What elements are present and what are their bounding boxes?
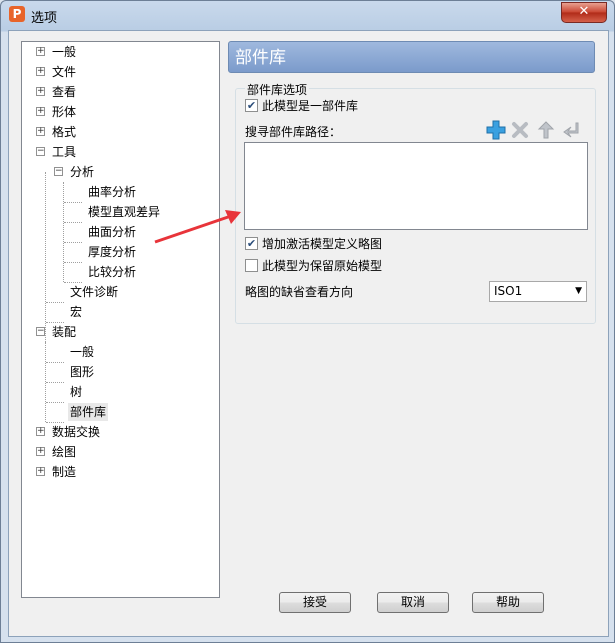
tree-item-label: 一般 xyxy=(52,45,77,59)
expand-icon[interactable]: + xyxy=(36,447,45,456)
move-down-icon[interactable] xyxy=(562,120,582,140)
tree-item-label: 部件库 xyxy=(68,403,109,421)
collapse-icon[interactable]: − xyxy=(36,327,45,336)
group-title: 部件库选项 xyxy=(245,81,310,98)
options-dialog: P 选项 ✕ + 一般 + 文件 + 查看 + 形体 + 格式 − 工具 − 分… xyxy=(0,0,615,643)
tree-item-label: 分析 xyxy=(70,165,95,179)
tree-connector xyxy=(45,172,46,342)
collapse-icon[interactable]: − xyxy=(54,167,63,176)
view-direction-select[interactable]: ISO1 ▼ xyxy=(489,281,587,302)
tree-item-label: 曲率分析 xyxy=(88,185,137,199)
app-logo-icon: P xyxy=(9,6,25,22)
tree-connector xyxy=(64,262,82,263)
preserve-original-label: 此模型为保留原始模型 xyxy=(262,259,383,273)
tree-connector xyxy=(64,202,82,203)
tree-item-label: 模型直观差异 xyxy=(88,205,161,219)
expand-icon[interactable]: + xyxy=(36,467,45,476)
tree-item-label: 工具 xyxy=(52,145,77,159)
view-direction-label: 略图的缺省查看方向 xyxy=(245,285,354,299)
search-path-label: 搜寻部件库路径： xyxy=(245,125,342,139)
expand-icon[interactable]: + xyxy=(36,427,45,436)
add-activate-label: 增加激活模型定义略图 xyxy=(262,237,383,251)
tree-item-label: 查看 xyxy=(52,85,77,99)
collapse-icon[interactable]: − xyxy=(36,147,45,156)
cancel-button[interactable]: 取消 xyxy=(377,592,449,613)
tree-item-label: 制造 xyxy=(52,465,77,479)
tree-item-label: 宏 xyxy=(70,305,83,319)
tree-item-label: 格式 xyxy=(52,125,77,139)
chevron-down-icon: ▼ xyxy=(575,286,582,296)
tree-connector xyxy=(63,182,64,282)
tree-item-label: 曲面分析 xyxy=(88,225,137,239)
tree-item-label: 比较分析 xyxy=(88,265,137,279)
tree-connector xyxy=(64,222,82,223)
title-bar: P 选项 ✕ xyxy=(1,1,614,29)
tree-connector xyxy=(46,402,64,403)
tree-connector xyxy=(46,362,64,363)
expand-icon[interactable]: + xyxy=(36,47,45,56)
tree-connector xyxy=(46,382,64,383)
expand-icon[interactable]: + xyxy=(36,67,45,76)
close-button[interactable]: ✕ xyxy=(561,2,607,23)
expand-icon[interactable]: + xyxy=(36,87,45,96)
tree-connector xyxy=(46,302,64,303)
is-library-label: 此模型是一部件库 xyxy=(262,99,359,113)
tree-connector xyxy=(64,242,82,243)
expand-icon[interactable]: + xyxy=(36,107,45,116)
tree-item-label: 绘图 xyxy=(52,445,77,459)
preserve-original-checkbox[interactable] xyxy=(245,259,258,272)
view-direction-value: ISO1 xyxy=(494,284,523,298)
tree-item-label: 数据交换 xyxy=(52,425,101,439)
tree-item-label: 形体 xyxy=(52,105,77,119)
move-up-icon[interactable] xyxy=(536,120,556,140)
expand-icon[interactable]: + xyxy=(36,127,45,136)
add-icon[interactable] xyxy=(486,120,506,140)
search-path-list[interactable] xyxy=(244,142,588,230)
help-button[interactable]: 帮助 xyxy=(472,592,544,613)
delete-icon[interactable] xyxy=(510,120,530,140)
panel-title: 部件库 xyxy=(228,41,595,73)
window-title: 选项 xyxy=(31,11,58,26)
tree-item-label: 装配 xyxy=(52,325,77,339)
dialog-body: + 一般 + 文件 + 查看 + 形体 + 格式 − 工具 − 分析 曲率分析 … xyxy=(8,30,609,637)
category-tree[interactable]: + 一般 + 文件 + 查看 + 形体 + 格式 − 工具 − 分析 曲率分析 … xyxy=(21,41,220,598)
tree-item-label: 一般 xyxy=(70,345,95,359)
annotation-arrow-icon xyxy=(154,210,241,244)
add-activate-checkbox[interactable]: ✔ xyxy=(245,237,258,250)
tree-item-label: 厚度分析 xyxy=(88,245,137,259)
tree-item-label: 文件诊断 xyxy=(70,285,119,299)
accept-button[interactable]: 接受 xyxy=(279,592,351,613)
tree-item-label: 树 xyxy=(70,385,83,399)
tree-item-label: 图形 xyxy=(70,365,95,379)
is-library-checkbox[interactable]: ✔ xyxy=(245,99,258,112)
tree-item-label: 文件 xyxy=(52,65,77,79)
